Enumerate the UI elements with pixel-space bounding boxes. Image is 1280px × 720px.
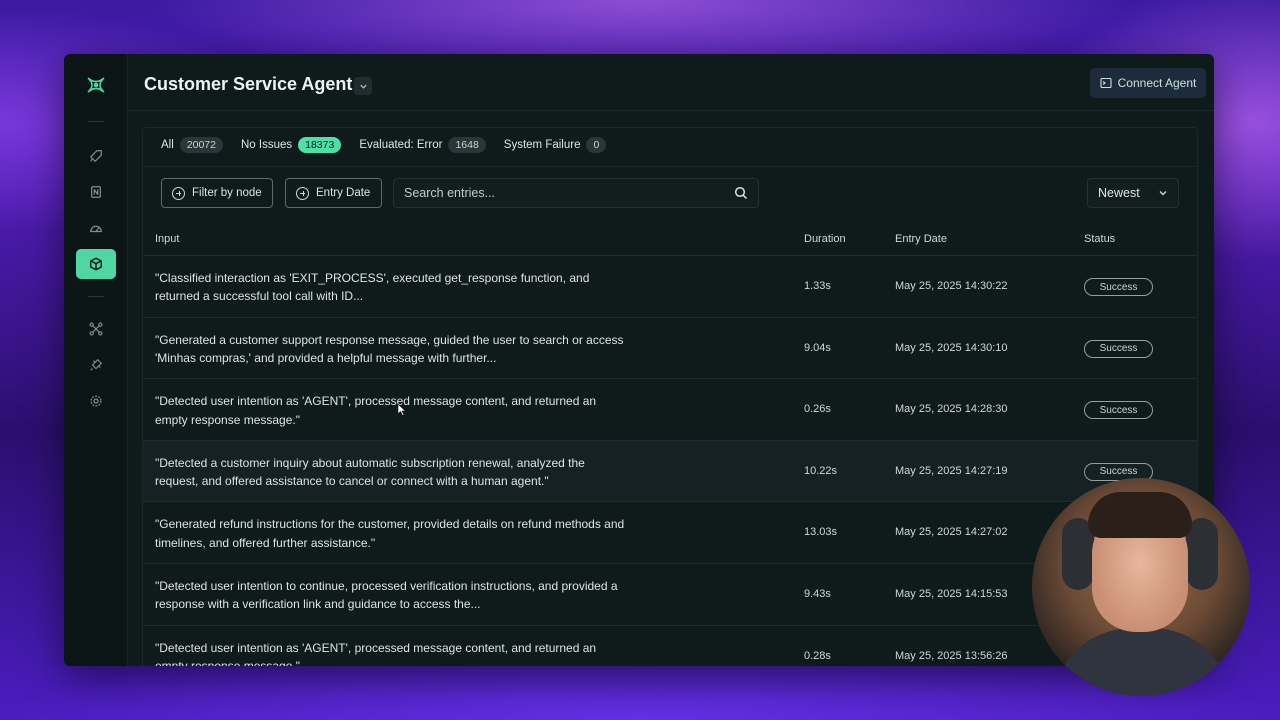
count-badge: 20072 (179, 137, 223, 153)
sidebar-divider (87, 121, 104, 122)
table-row[interactable]: "Detected user intention as 'AGENT', pro… (143, 379, 1197, 441)
sidebar-item-cube[interactable] (75, 249, 116, 279)
connect-agent-label: Connect Agent (1117, 76, 1197, 90)
input-cell: "Detected user intention as 'AGENT', pro… (155, 640, 597, 666)
table-row[interactable]: "Detected a customer inquiry about autom… (143, 440, 1197, 503)
status-badge: Success (1084, 339, 1153, 358)
entry-date-cell: May 25, 2025 14:15:53 (895, 587, 1008, 600)
webcam-person-hair (1088, 492, 1192, 538)
entry-date-cell: May 25, 2025 14:30:22 (895, 280, 1008, 292)
column-header-entry-date[interactable]: Entry Date (895, 233, 947, 245)
rocket-icon (89, 150, 102, 163)
entry-date-cell: May 25, 2025 13:56:26 (895, 649, 1008, 662)
input-cell: "Detected user intention to continue, pr… (155, 578, 618, 612)
sidebar (64, 54, 128, 666)
column-header-input[interactable]: Input (155, 233, 179, 245)
table-header: Input Duration Entry Date Status (143, 224, 1197, 256)
input-cell: "Detected a customer inquiry about autom… (155, 455, 585, 489)
count-badge: 0 (586, 137, 607, 153)
status-badge: Success (1084, 401, 1153, 420)
search-input[interactable]: Search entries... (393, 178, 759, 208)
cube-icon (89, 257, 102, 271)
table-row[interactable]: "Detected user intention as 'AGENT', pro… (143, 626, 1197, 666)
controls-bar: Filter by node Entry Date Search entries… (161, 178, 1179, 208)
entry-date-cell: May 25, 2025 14:28:30 (895, 403, 1008, 416)
logo-icon[interactable] (84, 73, 108, 97)
sidebar-divider (87, 296, 104, 297)
duration-cell: 9.04s (804, 341, 831, 354)
tab-label: Evaluated: Error (359, 139, 443, 151)
divider (143, 166, 1197, 167)
topbar: Customer Service Agent Connect Agent (128, 54, 1214, 111)
tab-label: System Failure (503, 139, 581, 151)
input-cell: "Classified interaction as 'EXIT_PROCESS… (155, 271, 590, 304)
chevron-down-icon (359, 84, 367, 89)
entry-date-cell: May 25, 2025 14:27:19 (895, 464, 1008, 477)
duration-cell: 1.33s (804, 280, 831, 292)
sort-value: Newest (1098, 186, 1140, 200)
duration-cell: 0.26s (804, 403, 831, 416)
plus-circle-icon (296, 186, 309, 200)
filter-tabs: All 20072 No Issues 18373 Evaluated: Err… (161, 136, 607, 154)
filter-by-node-button[interactable]: Filter by node (161, 178, 273, 208)
sidebar-item-plug[interactable] (76, 350, 116, 380)
duration-cell: 9.43s (804, 587, 831, 600)
column-header-status[interactable]: Status (1084, 233, 1115, 245)
sidebar-item-rocket[interactable] (76, 141, 116, 171)
search-icon[interactable] (734, 186, 748, 200)
plus-circle-icon (172, 186, 185, 200)
sidebar-item-notebook[interactable] (76, 177, 116, 207)
network-icon (88, 322, 103, 336)
page-title: Customer Service Agent (144, 74, 353, 94)
gauge-icon (89, 225, 102, 233)
webcam-overlay (1032, 478, 1250, 696)
count-badge: 1648 (448, 137, 486, 153)
duration-cell: 13.03s (804, 526, 838, 539)
tab-no-issues[interactable]: No Issues 18373 (240, 136, 342, 154)
column-header-duration[interactable]: Duration (804, 233, 846, 245)
sidebar-item-settings[interactable] (76, 386, 116, 416)
sidebar-item-gauge[interactable] (76, 213, 116, 243)
tab-label: No Issues (240, 139, 293, 151)
chevron-down-icon (1159, 191, 1167, 196)
webcam-person-shirt (1052, 628, 1232, 696)
search-placeholder: Search entries... (404, 186, 496, 200)
tab-label: All (161, 139, 174, 151)
mouse-cursor-icon (398, 404, 406, 416)
connect-agent-button[interactable]: Connect Agent (1090, 68, 1206, 98)
count-badge: 18373 (298, 137, 342, 153)
terminal-icon (1100, 77, 1112, 89)
input-cell: "Detected user intention as 'AGENT', pro… (155, 394, 597, 427)
tab-evaluated-error[interactable]: Evaluated: Error 1648 (359, 136, 486, 154)
table-row[interactable]: "Classified interaction as 'EXIT_PROCESS… (143, 256, 1197, 318)
tab-all[interactable]: All 20072 (161, 136, 223, 154)
plug-icon (89, 358, 102, 371)
status-badge: Success (1084, 278, 1153, 296)
entry-date-cell: May 25, 2025 14:30:10 (895, 341, 1008, 354)
duration-cell: 10.22s (804, 464, 838, 477)
entry-date-button[interactable]: Entry Date (285, 178, 382, 208)
input-cell: "Generated a customer support response m… (155, 332, 624, 365)
sort-select[interactable]: Newest (1087, 178, 1179, 208)
input-cell: "Generated refund instructions for the c… (155, 517, 625, 550)
gear-icon (89, 395, 102, 407)
entry-date-label: Entry Date (316, 187, 371, 199)
tab-system-failure[interactable]: System Failure 0 (504, 136, 607, 154)
entry-date-cell: May 25, 2025 14:27:02 (895, 526, 1008, 539)
sidebar-item-network[interactable] (76, 314, 116, 344)
notebook-icon (90, 186, 101, 198)
filter-by-node-label: Filter by node (192, 187, 262, 199)
table-row[interactable]: "Generated a customer support response m… (143, 318, 1197, 380)
agent-switcher-button[interactable] (354, 77, 372, 95)
duration-cell: 0.28s (804, 649, 831, 662)
